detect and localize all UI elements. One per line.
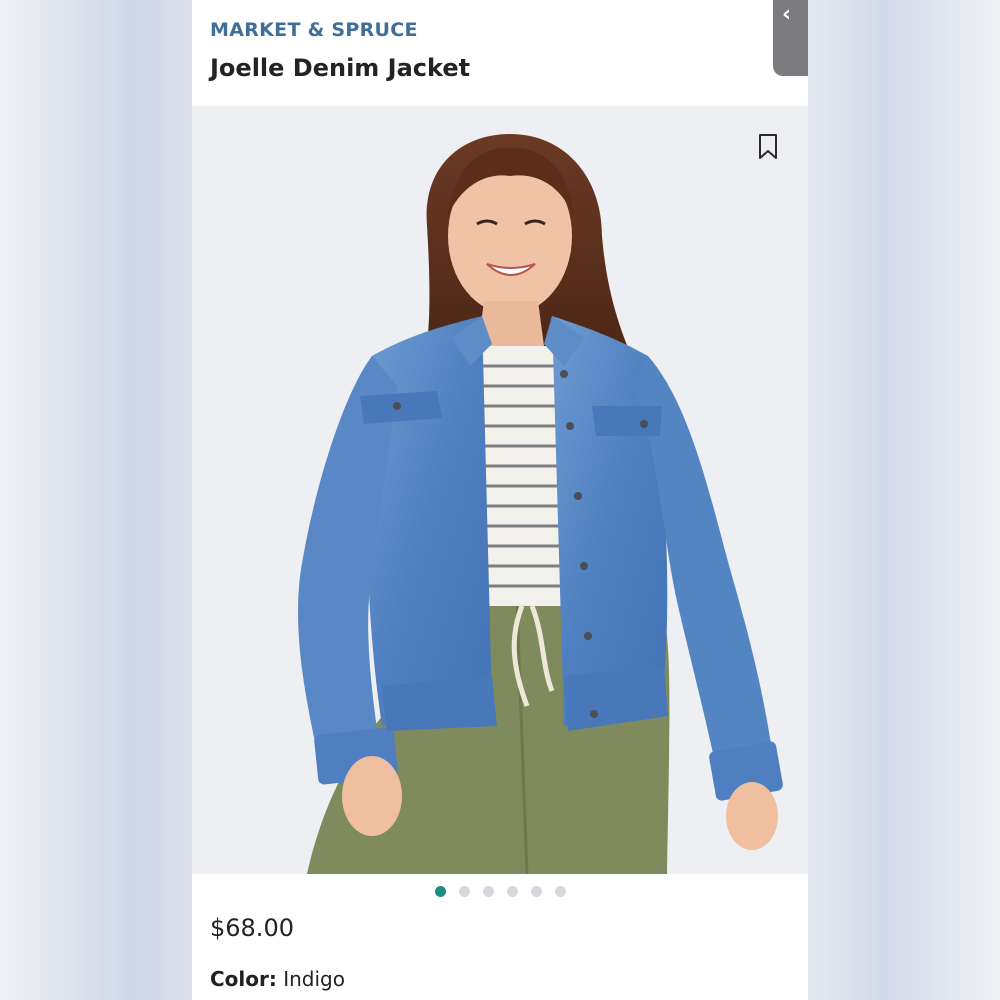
chevron-left-icon: ‹ xyxy=(782,2,792,27)
backdrop-left xyxy=(0,0,192,1000)
image-carousel-dots xyxy=(192,886,808,902)
product-page: MARKET & SPRUCE Joelle Denim Jacket ‹ $6… xyxy=(192,0,808,1000)
bookmark-icon[interactable] xyxy=(758,134,778,160)
color-selection: Color: Indigo xyxy=(210,967,345,991)
product-price: $68.00 xyxy=(210,914,294,942)
carousel-dot[interactable] xyxy=(482,886,494,897)
side-panel-tab[interactable]: ‹ xyxy=(773,0,808,76)
model-photo xyxy=(298,134,783,874)
carousel-dot[interactable] xyxy=(506,886,518,897)
carousel-dot[interactable] xyxy=(530,886,542,897)
product-image[interactable] xyxy=(192,106,808,874)
product-title: Joelle Denim Jacket xyxy=(210,54,471,82)
carousel-dot[interactable] xyxy=(554,886,566,897)
color-label: Color: xyxy=(210,967,277,991)
carousel-dot[interactable] xyxy=(434,886,446,897)
product-header: MARKET & SPRUCE Joelle Denim Jacket ‹ xyxy=(192,0,808,106)
color-value: Indigo xyxy=(283,967,345,991)
carousel-dot[interactable] xyxy=(458,886,470,897)
backdrop-right xyxy=(808,0,1000,1000)
brand-link[interactable]: MARKET & SPRUCE xyxy=(210,19,418,41)
